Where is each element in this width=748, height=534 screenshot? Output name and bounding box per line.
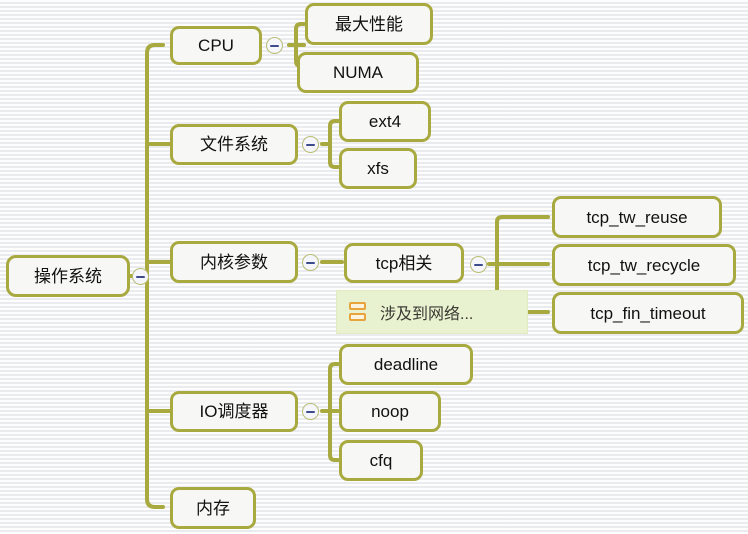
toggle-root[interactable]	[132, 268, 149, 285]
node-root-label: 操作系统	[34, 266, 102, 286]
node-xfs[interactable]: xfs	[339, 148, 417, 189]
node-filesystem-label: 文件系统	[200, 135, 268, 154]
node-root[interactable]: 操作系统	[6, 255, 130, 297]
node-cpu-label: CPU	[198, 36, 234, 55]
node-noop[interactable]: noop	[339, 391, 441, 432]
node-kernel-params[interactable]: 内核参数	[170, 241, 298, 283]
toggle-cpu[interactable]	[266, 37, 283, 54]
note-icon	[349, 302, 366, 322]
connector-spine	[145, 43, 165, 509]
minus-icon	[306, 262, 315, 264]
node-ext4-label: ext4	[368, 112, 402, 131]
mindmap-canvas: 操作系统 CPU 最大性能 NUMA 文件系统 ext4 xfs 内核参数 tc…	[0, 0, 748, 534]
connector-fs-bracket	[328, 119, 340, 169]
node-deadline[interactable]: deadline	[339, 344, 473, 385]
minus-icon	[306, 411, 315, 413]
node-kernel-params-label: 内核参数	[200, 252, 268, 272]
note-icon-bottom-bar	[349, 313, 366, 321]
note-tooltip-text: 涉及到网络...	[380, 306, 474, 323]
toggle-kernel-params[interactable]	[302, 254, 319, 271]
toggle-tcp-related[interactable]	[470, 256, 487, 273]
node-ext4[interactable]: ext4	[339, 101, 431, 142]
node-io-scheduler[interactable]: IO调度器	[170, 391, 298, 432]
connector-io-bracket	[328, 362, 340, 462]
node-tcp-tw-recycle-label: tcp_tw_recycle	[587, 255, 701, 275]
node-cfq-label: cfq	[369, 451, 393, 470]
node-tcp-tw-reuse[interactable]: tcp_tw_reuse	[552, 196, 722, 238]
node-tcp-related[interactable]: tcp相关	[344, 243, 464, 283]
node-cpu[interactable]: CPU	[170, 26, 262, 65]
node-tcp-tw-reuse-label: tcp_tw_reuse	[586, 207, 688, 227]
node-tcp-tw-recycle[interactable]: tcp_tw_recycle	[552, 244, 736, 286]
node-xfs-label: xfs	[367, 159, 389, 178]
node-max-performance[interactable]: 最大性能	[305, 3, 433, 45]
minus-icon	[270, 45, 279, 47]
toggle-io-scheduler[interactable]	[302, 403, 319, 420]
minus-icon	[306, 144, 315, 146]
node-cfq[interactable]: cfq	[339, 440, 423, 481]
node-tcp-related-label: tcp相关	[375, 253, 433, 273]
node-filesystem[interactable]: 文件系统	[170, 124, 298, 165]
node-max-performance-label: 最大性能	[335, 14, 403, 34]
node-memory-label: 内存	[196, 498, 230, 518]
node-tcp-fin-timeout[interactable]: tcp_fin_timeout	[552, 292, 744, 334]
node-tcp-fin-timeout-label: tcp_fin_timeout	[590, 303, 706, 323]
note-icon-top-bar	[349, 302, 366, 310]
node-io-scheduler-label: IO调度器	[199, 402, 269, 421]
node-numa[interactable]: NUMA	[297, 52, 419, 93]
note-tooltip[interactable]: 涉及到网络...	[336, 290, 528, 334]
node-numa-label: NUMA	[332, 63, 384, 82]
minus-icon	[474, 264, 483, 266]
node-noop-label: noop	[371, 402, 409, 421]
toggle-filesystem[interactable]	[302, 136, 319, 153]
minus-icon	[136, 276, 145, 278]
node-deadline-label: deadline	[373, 355, 439, 374]
node-memory[interactable]: 内存	[170, 487, 256, 529]
